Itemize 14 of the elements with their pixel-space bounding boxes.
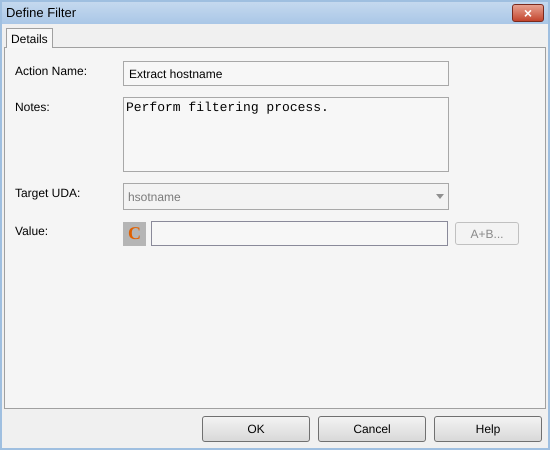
- constant-icon: C: [123, 222, 146, 246]
- field-label: Value:: [15, 223, 50, 240]
- tab[interactable]: Details: [6, 28, 53, 48]
- field-label: Notes:: [15, 99, 51, 116]
- field-label: Target UDA:: [15, 185, 82, 202]
- window-title: Define Filter: [6, 4, 76, 22]
- dropdown-arrow-icon: [436, 194, 444, 199]
- dialog-button[interactable]: Help: [434, 416, 542, 442]
- notes-field[interactable]: Perform filtering process.: [123, 97, 449, 172]
- action-name-field[interactable]: Extract hostname: [123, 61, 449, 86]
- value-field[interactable]: [151, 221, 448, 246]
- dialog-button[interactable]: OK: [202, 416, 310, 442]
- dialog-button[interactable]: Cancel: [318, 416, 426, 442]
- field-label: Action Name:: [15, 63, 88, 80]
